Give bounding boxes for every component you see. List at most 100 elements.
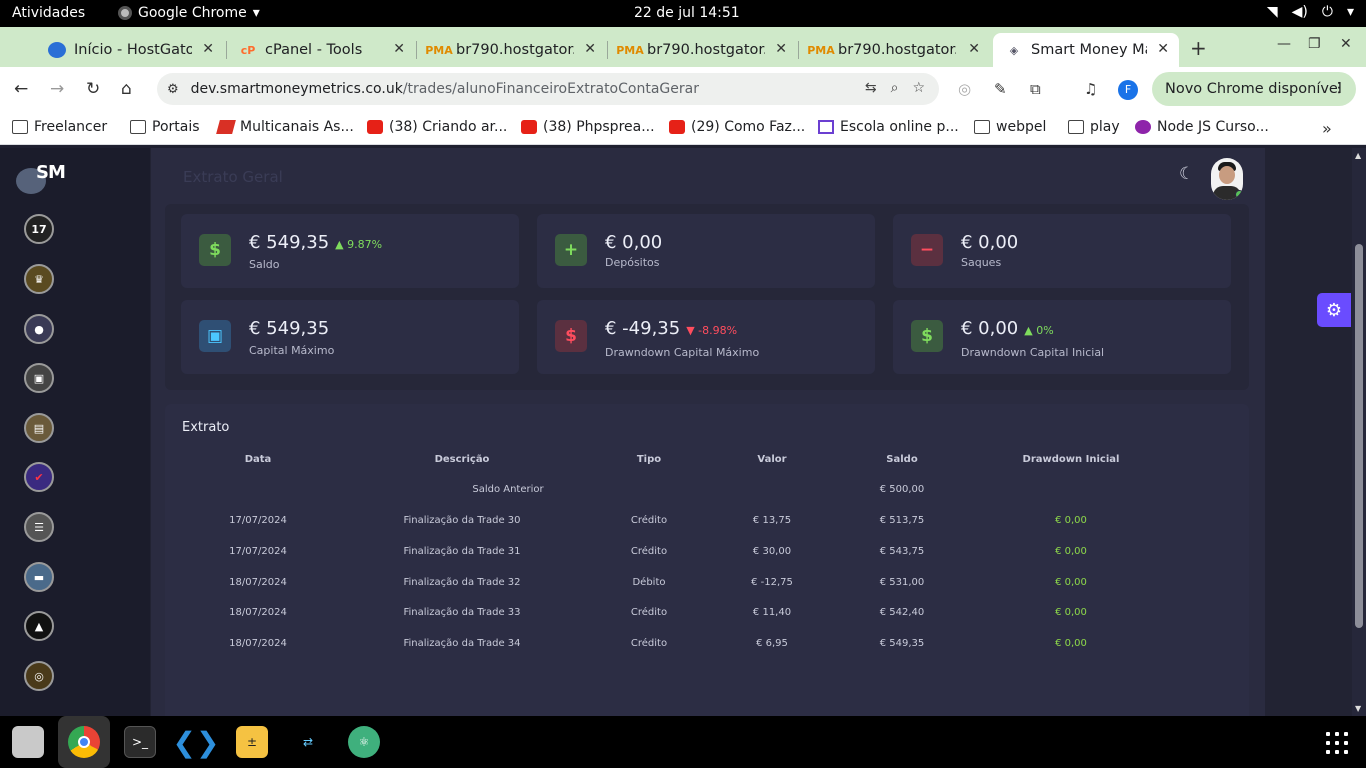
site-info-icon[interactable]: ⚙ [167, 82, 179, 97]
sidebar-item-trophy[interactable]: ♛ [24, 264, 54, 294]
sidebar-item-list[interactable]: ☰ [24, 512, 54, 542]
app-menu[interactable]: Google Chrome ▾ [118, 5, 260, 21]
translate-icon[interactable]: ⇆ [865, 80, 877, 96]
scroll-up-icon[interactable]: ▲ [1355, 151, 1361, 160]
forward-arrow-icon[interactable]: → [50, 79, 64, 99]
network-tool-icon[interactable]: ⇄ [292, 726, 324, 758]
close-icon[interactable]: ✕ [775, 41, 787, 57]
cell-valor: € 6,95 [756, 638, 788, 649]
calculator-icon[interactable]: ± [236, 726, 268, 758]
activities-button[interactable]: Atividades [12, 5, 85, 21]
close-icon[interactable]: ✕ [202, 41, 214, 57]
close-icon[interactable]: ✕ [1157, 41, 1169, 57]
profile-avatar[interactable]: F [1118, 80, 1138, 100]
sidebar-item-money[interactable]: ▬ [24, 562, 54, 592]
moon-icon[interactable]: ☾ [1179, 164, 1194, 184]
cell-drawdown: € 0,00 [1055, 546, 1087, 557]
tab-hostgator[interactable]: Início - HostGator ✕ [36, 33, 224, 67]
bookmark-multicanais[interactable]: Multicanais As... [216, 119, 354, 135]
bookmark-label: webpel [996, 119, 1047, 135]
dollar-icon: $ [555, 320, 587, 352]
zoom-icon[interactable]: ⌕ [891, 80, 899, 96]
puzzle-extensions-icon[interactable]: ⧉ [1030, 80, 1041, 98]
sidebar-item-chart[interactable]: ✔ [24, 462, 54, 492]
bookmark-label: Freelancer [34, 119, 108, 135]
update-chrome-button[interactable]: Novo Chrome disponível ⋮ [1152, 72, 1356, 106]
settings-gear-button[interactable]: ⚙ [1317, 293, 1351, 327]
dollar-icon: $ [199, 234, 231, 266]
stat-change: ▲ 0% [1024, 324, 1054, 337]
bookmark-node[interactable]: Node JS Curso... [1135, 119, 1269, 135]
smart-money-logo[interactable]: SM [16, 162, 66, 196]
minimize-icon[interactable]: — [1277, 36, 1291, 52]
sidebar-item-cap[interactable]: ▲ [24, 611, 54, 641]
stat-card-saques: − € 0,00 Saques [893, 214, 1231, 288]
bookmark-portais[interactable]: Portais [130, 119, 200, 135]
home-icon[interactable]: ⌂ [121, 79, 132, 99]
tab-phpmyadmin-1[interactable]: PMA br790.hostgator.c ✕ [418, 33, 606, 67]
cell-valor: € 11,40 [752, 607, 792, 618]
bookmark-webpel[interactable]: webpel [974, 119, 1046, 135]
scroll-down-icon[interactable]: ▼ [1355, 704, 1361, 713]
reload-icon[interactable]: ↻ [86, 79, 100, 99]
sidebar-item-target[interactable]: ◎ [24, 661, 54, 691]
minus-icon: − [911, 234, 943, 266]
back-arrow-icon[interactable]: ← [14, 79, 28, 99]
user-avatar[interactable] [1211, 158, 1243, 200]
new-tab-plus-icon[interactable]: + [1190, 36, 1207, 60]
extension-icon[interactable]: ◎ [958, 80, 971, 98]
bookmark-escola[interactable]: Escola online p... [818, 119, 959, 135]
vscode-icon[interactable]: ❮❯ [173, 726, 220, 759]
kebab-menu-icon[interactable]: ⋮ [1332, 80, 1346, 96]
media-control-icon[interactable]: ♫ [1084, 80, 1097, 98]
scrollbar-thumb[interactable] [1355, 244, 1363, 628]
stat-value: € 0,00 [961, 318, 1019, 339]
sidebar-item-17[interactable]: 17 [24, 214, 54, 244]
bookmark-star-icon[interactable]: ☆ [912, 80, 925, 96]
cell-drawdown: € 0,00 [1055, 607, 1087, 618]
atom-app-icon[interactable]: ⚛ [348, 726, 380, 758]
address-bar[interactable]: ⚙ dev.smartmoneymetrics.co.uk/trades/alu… [157, 73, 939, 105]
eyedropper-icon[interactable]: ✎ [994, 80, 1007, 98]
app-menu-label: Google Chrome [138, 5, 247, 21]
bookmark-label: (29) Como Faz... [691, 119, 806, 135]
bookmark-youtube-1[interactable]: (38) Criando ar... [367, 119, 507, 135]
system-tray[interactable]: ◥ ◀) ⏻ ▾ [1267, 4, 1354, 20]
bookmark-youtube-2[interactable]: (38) Phpsprea... [521, 119, 655, 135]
show-apps-grid-icon[interactable] [1326, 732, 1348, 754]
terminal-icon[interactable]: >_ [124, 726, 156, 758]
bookmark-freelancer[interactable]: Freelancer [12, 119, 107, 135]
extrato-title: Extrato [182, 420, 230, 435]
close-window-icon[interactable]: ✕ [1340, 36, 1352, 52]
power-icon: ⏻ [1321, 4, 1333, 20]
maximize-icon[interactable]: ❐ [1308, 36, 1321, 52]
sidebar-item-calendar[interactable]: ▤ [24, 413, 54, 443]
close-icon[interactable]: ✕ [584, 41, 596, 57]
close-icon[interactable]: ✕ [968, 41, 980, 57]
files-app-icon[interactable] [12, 726, 44, 758]
cell-drawdown: € 0,00 [1055, 577, 1087, 588]
clock[interactable]: 22 de jul 14:51 [634, 5, 740, 21]
stat-change-value: 0% [1036, 324, 1054, 337]
sidebar-item-mentor[interactable]: ● [24, 314, 54, 344]
cell-data: 17/07/2024 [229, 546, 287, 557]
web-page: SM 17 ♛ ● ▣ ▤ ✔ ☰ ▬ ▲ ◎ Extrato Geral ☾ … [0, 148, 1366, 716]
calendar-icon: ▤ [33, 421, 45, 435]
bookmark-play[interactable]: play [1068, 119, 1120, 135]
tab-phpmyadmin-2[interactable]: PMA br790.hostgator.c ✕ [609, 33, 797, 67]
cell-saldo: € 531,00 [879, 577, 925, 588]
column-header-drawdown: Drawdown Inicial [1022, 454, 1120, 465]
page-scrollbar[interactable]: ▲ ▼ [1352, 148, 1366, 716]
chrome-app-launcher[interactable] [58, 716, 110, 768]
tab-phpmyadmin-3[interactable]: PMA br790.hostgator.c ✕ [800, 33, 990, 67]
bookmark-youtube-3[interactable]: (29) Como Faz... [669, 119, 805, 135]
stat-label: Saldo [249, 258, 280, 271]
close-icon[interactable]: ✕ [393, 41, 405, 57]
tab-cpanel[interactable]: cP cPanel - Tools ✕ [227, 33, 415, 67]
cell-tipo: Débito [632, 577, 666, 588]
folder-icon [1068, 120, 1084, 134]
sidebar-item-tablet[interactable]: ▣ [24, 363, 54, 393]
cell-data: 18/07/2024 [229, 638, 287, 649]
tab-smart-money[interactable]: ◈ Smart Money Ma ✕ [993, 33, 1179, 67]
chevron-double-right-icon[interactable]: » [1322, 119, 1332, 138]
